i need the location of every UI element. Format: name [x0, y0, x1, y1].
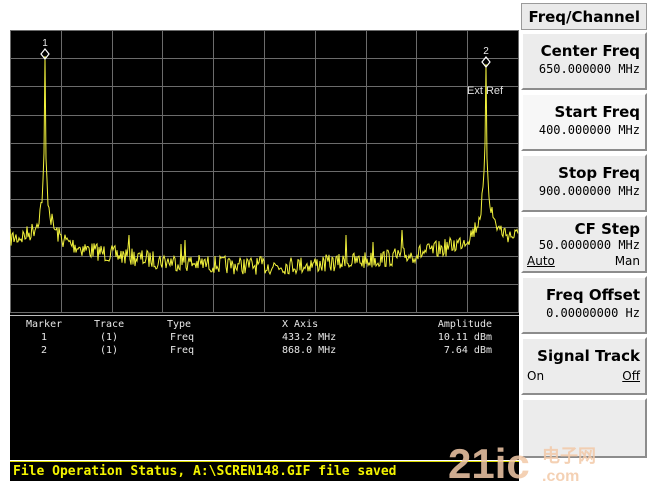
start-freq-softkey[interactable]: Start Freq 400.000000 MHz [521, 93, 647, 151]
start-freq-value: 400.000000 MHz [538, 123, 640, 137]
cell-x-axis: 868.0 MHz [282, 345, 337, 356]
cf-step-auto-option: Auto [527, 254, 555, 268]
stop-freq-value: 900.000000 MHz [538, 184, 640, 198]
analyzer-display: 1 2 Ext Ref Marker Trace Type X Axis Amp… [10, 30, 519, 460]
softkey-panel: Freq/Channel Center Freq 650.000000 MHz … [521, 3, 647, 487]
cell-marker: 1 [41, 332, 48, 343]
stop-freq-softkey[interactable]: Stop Freq 900.000000 MHz [521, 154, 647, 212]
freq-offset-label: Freq Offset [546, 286, 640, 304]
marker-table-header: Marker Trace Type X Axis Amplitude [10, 319, 519, 332]
cf-step-softkey[interactable]: CF Step 50.0000000 MHz Auto Man [521, 215, 647, 273]
table-row: 1 (1) Freq 433.2 MHz 10.11 dBm [10, 332, 519, 345]
cf-step-value: 50.0000000 MHz [538, 238, 640, 252]
header-amplitude: Amplitude [437, 319, 492, 330]
file-operation-status: File Operation Status, A:\SCREN148.GIF f… [10, 461, 519, 481]
cell-trace: (1) [100, 332, 119, 343]
stop-freq-label: Stop Freq [558, 164, 640, 182]
cell-amplitude: 10.11 dBm [437, 332, 492, 343]
cell-type: Freq [170, 332, 195, 343]
cell-amplitude: 7.64 dBm [443, 345, 492, 356]
cell-x-axis: 433.2 MHz [282, 332, 337, 343]
header-x-axis: X Axis [282, 319, 319, 330]
signal-track-label: Signal Track [537, 347, 640, 365]
header-trace: Trace [94, 319, 125, 330]
spectrum-plot: 1 2 Ext Ref [10, 30, 519, 313]
center-freq-label: Center Freq [540, 42, 640, 60]
center-freq-value: 650.000000 MHz [538, 62, 640, 76]
cell-marker: 2 [41, 345, 48, 356]
marker-1-label: 1 [42, 38, 48, 49]
ext-ref-label: Ext Ref [467, 85, 504, 97]
table-row: 2 (1) Freq 868.0 MHz 7.64 dBm [10, 345, 519, 358]
marker-2-label: 2 [483, 46, 489, 57]
header-type: Type [167, 319, 192, 330]
freq-offset-softkey[interactable]: Freq Offset 0.00000000 Hz [521, 276, 647, 334]
menu-title: Freq/Channel [521, 3, 647, 30]
freq-offset-value: 0.00000000 Hz [546, 306, 640, 320]
cf-step-man-option: Man [614, 254, 640, 268]
cell-type: Freq [170, 345, 195, 356]
center-freq-softkey[interactable]: Center Freq 650.000000 MHz [521, 32, 647, 90]
signal-track-on-option: On [527, 369, 545, 383]
header-marker: Marker [26, 319, 63, 330]
svg-text:21ic: 21ic [448, 440, 530, 486]
cf-step-label: CF Step [574, 220, 640, 238]
svg-text:.com: .com [542, 468, 579, 485]
signal-track-off-option: Off [622, 369, 640, 383]
start-freq-label: Start Freq [554, 103, 640, 121]
marker-table: Marker Trace Type X Axis Amplitude 1 (1)… [10, 315, 519, 461]
svg-text:电子网: 电子网 [542, 445, 596, 467]
signal-track-softkey[interactable]: Signal Track On Off [521, 337, 647, 395]
cell-trace: (1) [100, 345, 119, 356]
site-watermark-logo: 21ic 电子网 .com [448, 440, 596, 486]
